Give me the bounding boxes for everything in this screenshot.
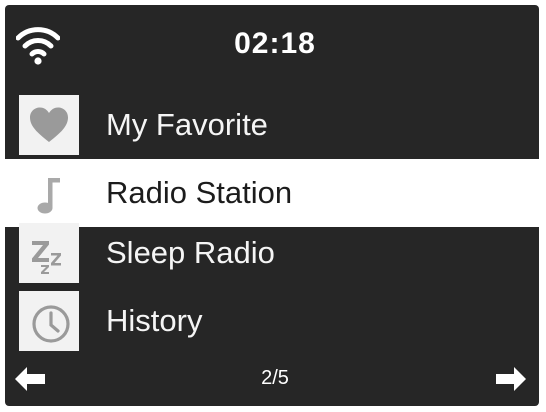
menu-item-radio-station[interactable]: Radio Station <box>5 159 539 227</box>
status-bar: 02:18 <box>5 5 539 89</box>
arrow-right-icon[interactable] <box>496 367 526 391</box>
music-note-icon <box>19 163 79 223</box>
clock-time: 02:18 <box>234 27 316 60</box>
menu-item-label: Sleep Radio <box>106 235 275 270</box>
footer-bar: 2/5 <box>5 355 539 406</box>
heart-icon <box>19 95 79 155</box>
menu-item-label: Radio Station <box>106 175 293 210</box>
menu-item-label: History <box>106 303 203 338</box>
menu-item-sleep-radio[interactable]: Sleep Radio <box>5 219 539 287</box>
page-indicator: 2/5 <box>261 367 289 389</box>
menu-item-label: My Favorite <box>106 107 268 142</box>
menu-item-history[interactable]: History <box>5 287 539 355</box>
radio-screen: 02:18 My Favorite Radio Station Sleep Ra… <box>5 5 539 406</box>
menu-item-my-favorite[interactable]: My Favorite <box>5 91 539 159</box>
sleep-zzz-icon <box>19 223 79 283</box>
clock-icon <box>19 291 79 351</box>
